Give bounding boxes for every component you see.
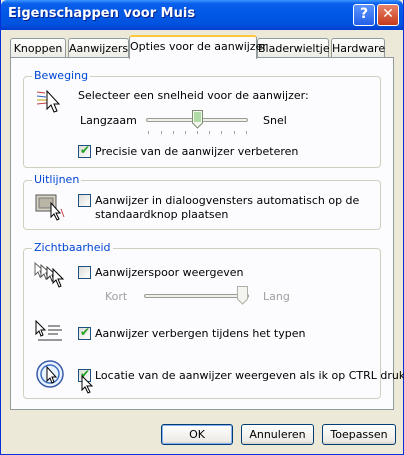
- short-label: Kort: [105, 290, 128, 303]
- close-button[interactable]: ✕: [377, 4, 399, 26]
- speed-tick: [209, 131, 210, 134]
- precision-label[interactable]: Precisie van de aanwijzer verbeteren: [95, 145, 298, 158]
- motion-group-title: Beweging: [32, 69, 91, 82]
- visibility-group-title: Zichtbaarheid: [32, 241, 113, 254]
- snap-group-title: Uitlijnen: [32, 173, 82, 186]
- window-title: Eigenschappen voor Muis: [8, 6, 196, 21]
- fast-label: Snel: [263, 114, 287, 127]
- speed-tick: [185, 131, 186, 134]
- tab-pointers[interactable]: Aanwijzers: [68, 38, 129, 58]
- long-label: Lang: [263, 290, 290, 303]
- apply-button[interactable]: Toepassen: [322, 424, 396, 445]
- speed-tick: [173, 131, 174, 134]
- tab-pointer-options[interactable]: Opties voor de aanwijzer: [129, 35, 267, 59]
- check-mark: ✔: [80, 325, 91, 339]
- hide-pointer-icon: [34, 318, 66, 349]
- ok-button[interactable]: OK: [161, 424, 233, 445]
- tab-hardware[interactable]: Hardware: [331, 38, 385, 58]
- snap-checkbox[interactable]: [78, 194, 91, 207]
- hide-while-typing-checkbox[interactable]: ✔: [78, 325, 91, 340]
- trail-slider-track: [144, 294, 249, 298]
- speed-slider-thumb[interactable]: [192, 110, 203, 129]
- precision-checkbox[interactable]: ✔: [78, 143, 91, 158]
- ctrl-locate-icon: [35, 359, 65, 392]
- speed-tick: [221, 131, 222, 134]
- pointer-speed-icon: [35, 87, 65, 120]
- cancel-button[interactable]: Annuleren: [241, 424, 314, 445]
- trails-checkbox[interactable]: [78, 266, 91, 279]
- speed-label: Selecteer een snelheid voor de aanwijzer…: [78, 89, 309, 102]
- help-button[interactable]: ?: [353, 4, 375, 26]
- speed-tick: [161, 131, 162, 134]
- title-bar[interactable]: Eigenschappen voor Muis ? ✕: [1, 0, 403, 30]
- trails-label[interactable]: Aanwijzerspoor weergeven: [95, 266, 243, 279]
- slow-label: Langzaam: [80, 114, 137, 127]
- check-mark: ✔: [80, 143, 91, 157]
- speed-tick: [234, 131, 235, 134]
- pointer-trails-icon: [33, 261, 67, 292]
- speed-tick: [246, 131, 247, 134]
- speed-tick: [148, 131, 149, 134]
- snap-label-line2[interactable]: standaardknop plaatsen: [95, 208, 228, 221]
- mouse-properties-dialog: Eigenschappen voor Muis ? ✕ Knoppen Aanw…: [0, 0, 404, 455]
- ctrl-locate-label[interactable]: Locatie van de aanwijzer weergeven als i…: [95, 369, 404, 382]
- hide-while-typing-label[interactable]: Aanwijzer verbergen tijdens het typen: [95, 327, 305, 340]
- tab-wheel[interactable]: Bladerwieltje: [257, 38, 330, 58]
- speed-tick: [197, 131, 198, 134]
- tab-buttons[interactable]: Knoppen: [10, 38, 66, 58]
- snap-label-line1[interactable]: Aanwijzer in dialoogvensters automatisch…: [95, 194, 359, 207]
- trail-slider-thumb: [237, 286, 248, 305]
- mouse-cursor-icon: [81, 374, 95, 398]
- snap-to-icon: [35, 193, 67, 224]
